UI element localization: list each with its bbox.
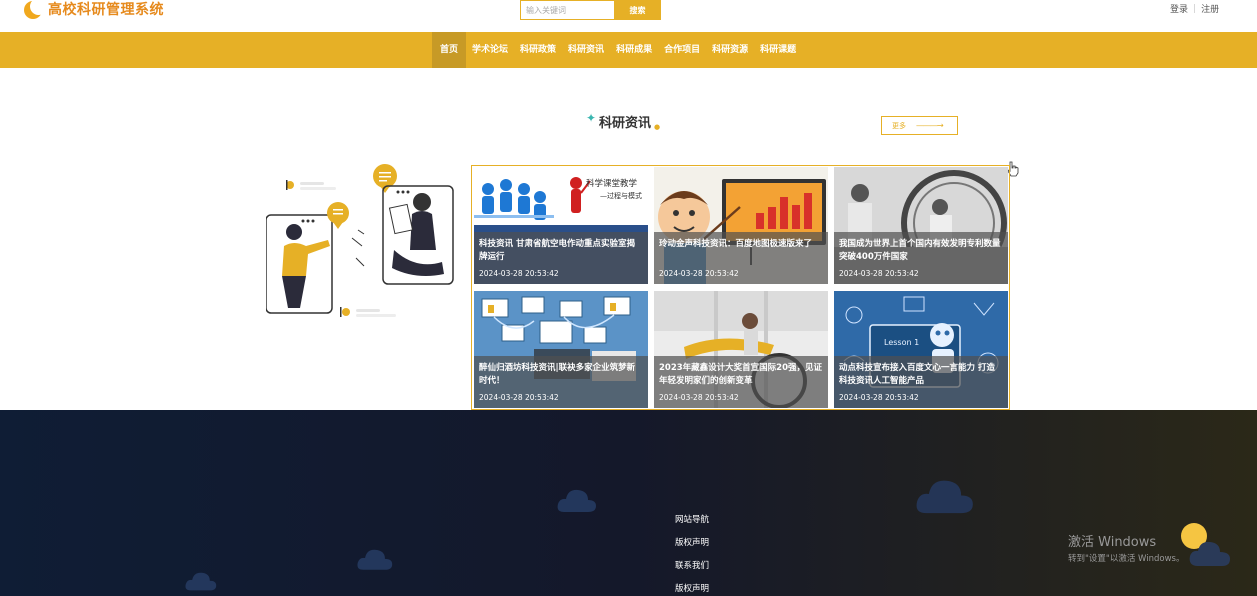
news-title[interactable]: 2023年藏鑫设计大奖首宣国际20强，见证年轻发明家们的创新变革 — [659, 362, 823, 388]
search-input[interactable] — [520, 0, 614, 20]
news-date: 2024-03-28 20:53:42 — [659, 393, 739, 402]
news-date: 2024-03-28 20:53:42 — [479, 269, 559, 278]
cloud-icon — [557, 489, 596, 512]
news-title[interactable]: 动点科技宣布接入百度文心一言能力 打造科技资讯人工智能产品 — [839, 362, 1003, 388]
footer-links: 网站导航 版权声明 联系我们 版权声明 — [675, 514, 709, 596]
news-title[interactable]: 玲动金声科技资讯：百度地图极速版来了 — [659, 238, 823, 264]
news-date: 2024-03-28 20:53:42 — [659, 269, 739, 278]
footer-link-sitemap[interactable]: 网站导航 — [675, 514, 709, 537]
news-date: 2024-03-28 20:53:42 — [839, 269, 919, 278]
news-image-text: Lesson 1 — [884, 338, 919, 347]
auth-separator: | — [1193, 3, 1197, 14]
news-grid: 科学课堂教学 —过程与模式 科技资讯 甘肃省航空电作动重点实验室揭牌运行 202… — [471, 165, 1010, 410]
news-caption: 玲动金声科技资讯：百度地图极速版来了 2024-03-28 20:53:42 — [654, 232, 828, 284]
login-link[interactable]: 登录 — [1170, 2, 1188, 15]
logo[interactable]: 高校科研管理系统 — [24, 0, 164, 20]
more-label: 更多 — [892, 121, 906, 130]
windows-activation-watermark: 激活 Windows 转到"设置"以激活 Windows。 — [1068, 531, 1184, 564]
news-date: 2024-03-28 20:53:42 — [839, 393, 919, 402]
news-card[interactable]: 玲动金声科技资讯：百度地图极速版来了 2024-03-28 20:53:42 — [654, 167, 828, 284]
more-button[interactable]: 更多 ———→ — [881, 116, 958, 135]
dot-icon: ● — [654, 122, 661, 131]
cloud-icon — [916, 480, 973, 514]
footer-link-contact[interactable]: 联系我们 — [675, 560, 709, 583]
news-image-text: 科学课堂教学 — [586, 178, 638, 189]
news-card[interactable]: 2023年藏鑫设计大奖首宣国际20强，见证年轻发明家们的创新变革 2024-03… — [654, 291, 828, 408]
nav-item-projects[interactable]: 合作项目 — [658, 32, 706, 68]
cloud-icon — [185, 572, 217, 591]
news-date: 2024-03-28 20:53:42 — [479, 393, 559, 402]
sun-cloud-icon — [1181, 523, 1230, 566]
news-caption: 2023年藏鑫设计大奖首宣国际20强，见证年轻发明家们的创新变革 2024-03… — [654, 356, 828, 408]
activation-subtitle: 转到"设置"以激活 Windows。 — [1068, 554, 1185, 564]
nav-item-resources[interactable]: 科研资源 — [706, 32, 754, 68]
news-card[interactable]: Lesson 1 动点科技宣布接入百度文心一言能力 打造科技资讯人工智能产品 2… — [834, 291, 1008, 408]
cloud-icon — [357, 549, 393, 570]
section-header: ✦ 科研资讯 ● — [586, 110, 661, 132]
nav-item-home[interactable]: 首页 — [432, 32, 467, 68]
main-nav: 首页 学术论坛 科研政策 科研资讯 科研成果 合作项目 科研资源 科研课题 — [0, 32, 1257, 68]
news-title[interactable]: 科技资讯 甘肃省航空电作动重点实验室揭牌运行 — [479, 238, 643, 264]
news-card[interactable]: 醉仙归酒坊科技资讯|联袂多家企业筑梦新时代！ 2024-03-28 20:53:… — [474, 291, 648, 408]
section-title: 科研资讯 — [599, 116, 652, 131]
header: 高校科研管理系统 搜索 登录 | 注册 — [0, 0, 1257, 32]
footer: 网站导航 版权声明 联系我们 版权声明 激活 Windows 转到"设置"以激活… — [0, 410, 1257, 596]
news-caption: 科技资讯 甘肃省航空电作动重点实验室揭牌运行 2024-03-28 20:53:… — [474, 232, 648, 284]
news-image-subtext: —过程与模式 — [600, 191, 642, 200]
register-link[interactable]: 注册 — [1201, 2, 1219, 15]
site-title: 高校科研管理系统 — [48, 2, 164, 18]
online-meeting-illustration — [266, 164, 454, 317]
footer-link-copyright-2[interactable]: 版权声明 — [675, 583, 709, 596]
activation-title: 激活 Windows — [1068, 535, 1157, 550]
nav-item-policy[interactable]: 科研政策 — [514, 32, 562, 68]
search-button[interactable]: 搜索 — [614, 0, 661, 20]
news-card[interactable]: 科学课堂教学 —过程与模式 科技资讯 甘肃省航空电作动重点实验室揭牌运行 202… — [474, 167, 648, 284]
footer-link-copyright[interactable]: 版权声明 — [675, 537, 709, 560]
arrow-right-icon: ———→ — [916, 121, 944, 130]
nav-item-forum[interactable]: 学术论坛 — [466, 32, 514, 68]
sparkle-icon: ✦ — [586, 110, 597, 125]
nav-item-news[interactable]: 科研资讯 — [562, 32, 610, 68]
moon-icon — [24, 0, 47, 19]
news-caption: 动点科技宣布接入百度文心一言能力 打造科技资讯人工智能产品 2024-03-28… — [834, 356, 1008, 408]
news-title[interactable]: 我国成为世界上首个国内有效发明专利数量突破400万件国家 — [839, 238, 1003, 264]
search-bar: 搜索 — [520, 0, 661, 20]
nav-item-achievements[interactable]: 科研成果 — [610, 32, 658, 68]
news-caption: 我国成为世界上首个国内有效发明专利数量突破400万件国家 2024-03-28 … — [834, 232, 1008, 284]
news-title[interactable]: 醉仙归酒坊科技资讯|联袂多家企业筑梦新时代！ — [479, 362, 643, 388]
news-card[interactable]: 我国成为世界上首个国内有效发明专利数量突破400万件国家 2024-03-28 … — [834, 167, 1008, 284]
nav-item-topics[interactable]: 科研课题 — [754, 32, 802, 68]
news-caption: 醉仙归酒坊科技资讯|联袂多家企业筑梦新时代！ 2024-03-28 20:53:… — [474, 356, 648, 408]
auth-links: 登录 | 注册 — [1170, 2, 1219, 16]
